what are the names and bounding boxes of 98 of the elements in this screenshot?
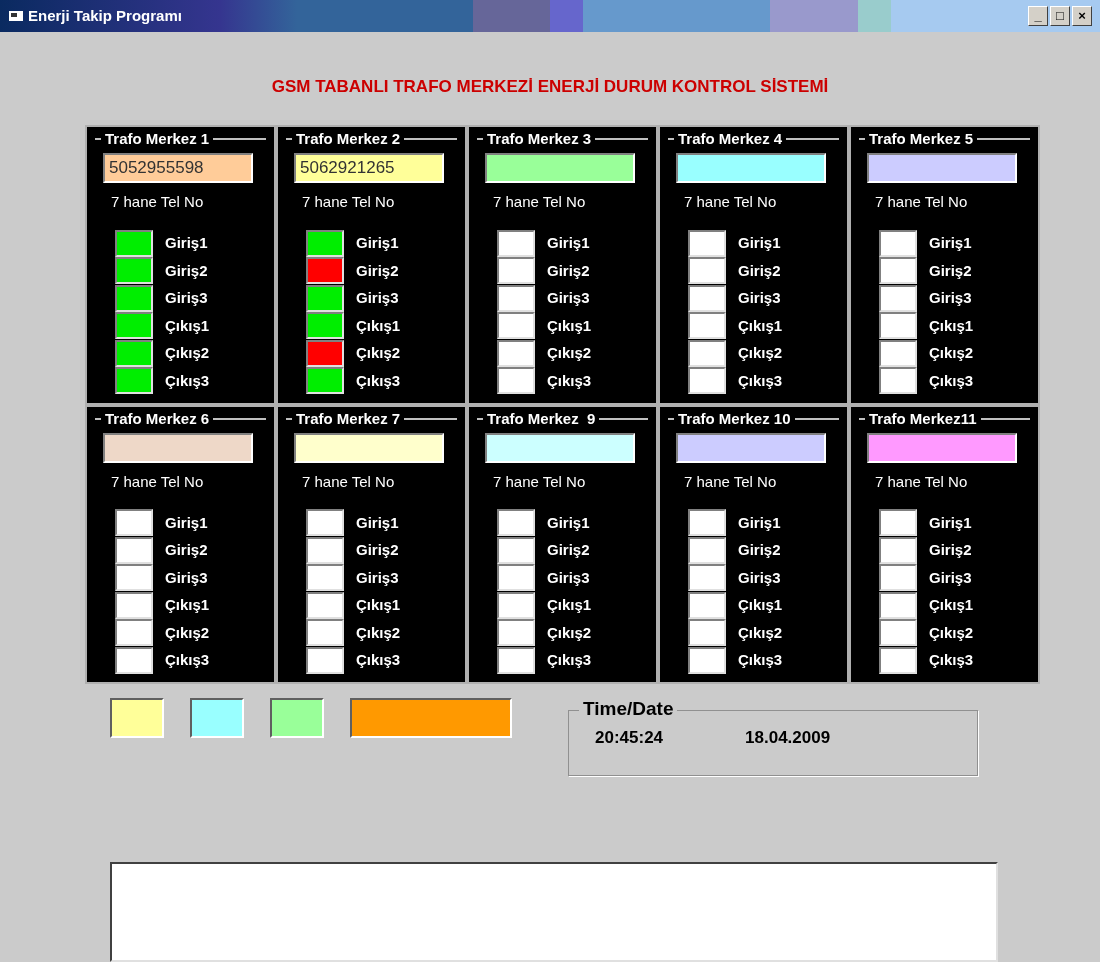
phone-hint: 7 hane Tel No [302, 192, 396, 213]
signal-label: Giriş1 [165, 233, 208, 254]
signal-label: Çıkış2 [738, 343, 783, 364]
signal-label: Çıkış3 [547, 650, 592, 671]
signal-label: Çıkış3 [929, 370, 974, 391]
signal-label: Giriş3 [165, 567, 208, 588]
signal-label: Çıkış2 [547, 622, 592, 643]
signal-label: Giriş1 [738, 233, 781, 254]
signal-label: Giriş3 [929, 567, 972, 588]
phone-hint: 7 hane Tel No [875, 192, 969, 213]
signal-label: Çıkış2 [356, 622, 401, 643]
signal-label: Giriş2 [738, 540, 781, 561]
signal-label: Giriş2 [929, 260, 972, 281]
signal-label: Çıkış1 [738, 315, 783, 336]
signal-label: Giriş1 [165, 512, 208, 533]
signal-label: Çıkış3 [929, 650, 974, 671]
station-title: Trafo Merkez 1 [105, 129, 210, 150]
signal-label: Çıkış3 [356, 370, 401, 391]
signal-label: Giriş3 [738, 288, 781, 309]
signal-label: Giriş2 [547, 260, 590, 281]
phone-hint: 7 hane Tel No [875, 471, 969, 492]
station-title: Trafo Merkez 7 [296, 408, 401, 429]
phone-field[interactable] [485, 153, 635, 184]
main-heading: GSM TABANLI TRAFO MERKEZİ ENERJİ DURUM KONTROL SİSTEMİ [271, 75, 829, 98]
signal-label: Çıkış2 [356, 343, 401, 364]
station-title: Trafo Merkez 4 [678, 129, 783, 150]
signal-label: Çıkış3 [738, 370, 783, 391]
signal-label: Çıkış1 [929, 315, 974, 336]
phone-field[interactable] [676, 153, 826, 184]
window-title: Enerji Takip Programı [28, 5, 182, 26]
date-value: 18.04.2009 [745, 727, 831, 750]
station-title: Trafo Merkez 3 [487, 129, 592, 150]
phone-hint: 7 hane Tel No [493, 471, 587, 492]
signal-label: Giriş3 [547, 288, 590, 309]
signal-label: Çıkış1 [738, 595, 783, 616]
signal-label: Giriş1 [356, 233, 399, 254]
signal-label: Çıkış2 [738, 622, 783, 643]
signal-label: Çıkış3 [165, 370, 210, 391]
signal-label: Giriş3 [165, 288, 208, 309]
signal-label: Giriş3 [356, 567, 399, 588]
signal-label: Giriş2 [929, 540, 972, 561]
signal-label: Giriş2 [738, 260, 781, 281]
signal-label: Çıkış3 [738, 650, 783, 671]
signal-label: Çıkış2 [547, 343, 592, 364]
signal-label: Giriş2 [356, 540, 399, 561]
signal-label: Çıkış3 [356, 650, 401, 671]
signal-label: Çıkış3 [547, 370, 592, 391]
phone-hint: 7 hane Tel No [684, 192, 778, 213]
phone-hint: 7 hane Tel No [111, 471, 205, 492]
signal-label: Giriş1 [547, 233, 590, 254]
phone-field[interactable] [867, 432, 1017, 463]
signal-label: Çıkış3 [165, 650, 210, 671]
window-control-button[interactable]: □ [1050, 5, 1070, 26]
signal-label: Giriş2 [547, 540, 590, 561]
signal-label: Çıkış2 [165, 343, 210, 364]
phone-hint: 7 hane Tel No [493, 192, 587, 213]
station-title: Trafo Merkez 5 [869, 129, 974, 150]
phone-hint: 7 hane Tel No [302, 471, 396, 492]
phone-field[interactable]: 5052955598 [103, 153, 253, 184]
signal-label: Çıkış2 [929, 343, 974, 364]
phone-field[interactable] [485, 432, 635, 463]
signal-label: Giriş3 [929, 288, 972, 309]
signal-label: Giriş2 [165, 540, 208, 561]
signal-label: Çıkış1 [356, 595, 401, 616]
time-value: 20:45:24 [595, 727, 664, 750]
phone-field[interactable]: 5062921265 [294, 153, 444, 184]
signal-label: Giriş2 [356, 260, 399, 281]
signal-label: Giriş1 [356, 512, 399, 533]
phone-field[interactable] [676, 432, 826, 463]
signal-label: Giriş1 [929, 233, 972, 254]
window-control-button[interactable]: _ [1028, 5, 1048, 26]
signal-label: Çıkış1 [165, 315, 210, 336]
signal-label: Giriş3 [356, 288, 399, 309]
station-title: Trafo Merkez 10 [678, 408, 791, 429]
window-control-button[interactable]: × [1072, 5, 1092, 26]
signal-label: Çıkış1 [929, 595, 974, 616]
signal-label: Çıkış2 [165, 622, 210, 643]
signal-label: Çıkış1 [356, 315, 401, 336]
signal-label: Çıkış1 [547, 315, 592, 336]
phone-field[interactable] [867, 153, 1017, 184]
phone-field[interactable] [294, 432, 444, 463]
station-title: Trafo Merkez 9 [487, 408, 596, 429]
station-title: Trafo Merkez 2 [296, 129, 401, 150]
phone-hint: 7 hane Tel No [684, 471, 778, 492]
phone-hint: 7 hane Tel No [111, 192, 205, 213]
log-text-area[interactable] [110, 862, 998, 962]
signal-label: Giriş3 [738, 567, 781, 588]
signal-label: Çıkış2 [929, 622, 974, 643]
signal-label: Giriş1 [929, 512, 972, 533]
signal-label: Çıkış1 [547, 595, 592, 616]
signal-label: Çıkış1 [165, 595, 210, 616]
signal-label: Giriş3 [547, 567, 590, 588]
signal-label: Giriş2 [165, 260, 208, 281]
phone-field[interactable] [103, 432, 253, 463]
signal-label: Giriş1 [547, 512, 590, 533]
station-title: Trafo Merkez11 [869, 408, 977, 429]
signal-label: Giriş1 [738, 512, 781, 533]
station-title: Trafo Merkez 6 [105, 408, 210, 429]
